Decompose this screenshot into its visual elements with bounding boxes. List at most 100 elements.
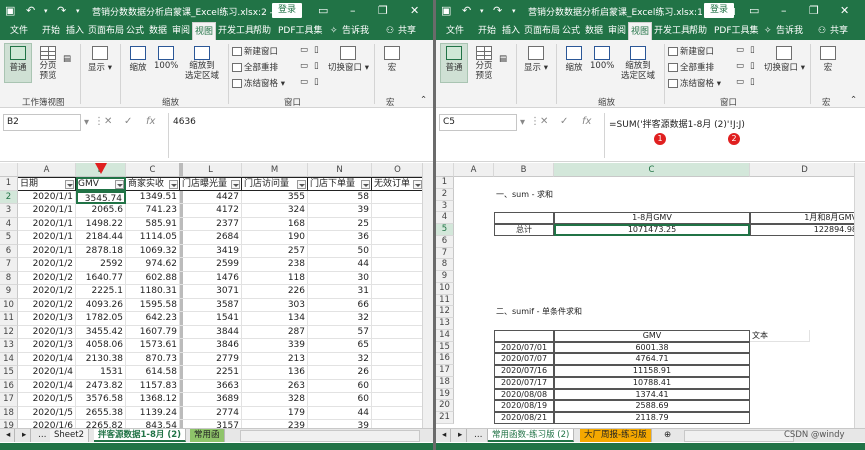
namebox-dropdown-icon[interactable]: ▾ xyxy=(84,117,89,128)
unhide-icon[interactable]: ▭ xyxy=(300,77,308,87)
row-header[interactable]: 7 xyxy=(0,258,18,272)
column-header[interactable]: C xyxy=(126,163,180,177)
filter-dropdown-icon[interactable] xyxy=(361,180,370,189)
arrange-all-button[interactable]: 全部重排 xyxy=(232,61,278,73)
filter-dropdown-icon[interactable] xyxy=(169,180,178,189)
table-header-cell[interactable]: 1-8月GMV xyxy=(554,212,750,224)
table-cell[interactable] xyxy=(372,325,424,339)
tab-help[interactable]: 帮助 xyxy=(251,22,273,40)
name-box[interactable]: C5 xyxy=(439,114,517,131)
table-cell[interactable]: 3689 xyxy=(180,393,242,407)
cancel-icon[interactable]: ✕ xyxy=(540,116,548,127)
table-cell[interactable]: 741.23 xyxy=(126,204,180,218)
tab-insert[interactable]: 插入 xyxy=(64,22,86,40)
tab-data[interactable]: 数据 xyxy=(583,22,605,40)
row-header[interactable]: 15 xyxy=(436,341,454,354)
table-cell[interactable]: 57 xyxy=(308,325,372,339)
column-filter-header[interactable]: 门店曝光量 xyxy=(180,177,242,191)
restore-icon[interactable]: ❐ xyxy=(378,4,388,17)
table-cell[interactable]: 1368.12 xyxy=(126,393,180,407)
table-cell[interactable]: 328 xyxy=(242,393,308,407)
column-filter-header[interactable]: 门店下单量 xyxy=(308,177,372,191)
table-cell[interactable]: 226 xyxy=(242,285,308,299)
tab-developer[interactable]: 开发工具 xyxy=(216,22,256,40)
selected-cell[interactable]: 1071473.25 xyxy=(554,224,750,236)
row-header[interactable]: 12 xyxy=(0,325,18,339)
table-cell[interactable]: 2020/1/3 xyxy=(18,339,76,353)
share-icon[interactable]: ⚇ xyxy=(384,22,396,40)
column-filter-header[interactable]: 无效订单 xyxy=(372,177,424,191)
row-header[interactable]: 9 xyxy=(436,271,454,283)
row-header[interactable]: 3 xyxy=(0,204,18,218)
tab-pdf-tools[interactable]: PDF工具集 xyxy=(712,22,761,40)
table-cell[interactable]: 2020/1/1 xyxy=(18,204,76,218)
tab-pdf-tools[interactable]: PDF工具集 xyxy=(276,22,325,40)
table-cell[interactable] xyxy=(372,298,424,312)
table-cell[interactable]: 190 xyxy=(242,231,308,245)
add-sheet-icon[interactable]: ⊕ xyxy=(660,429,675,442)
switch-window-button[interactable]: 切换窗口 ▾ xyxy=(764,46,805,73)
dropdown-icon[interactable]: ▾ xyxy=(44,7,48,15)
tab-review[interactable]: 审阅 xyxy=(606,22,628,40)
table-cell[interactable] xyxy=(494,329,554,342)
unhide-icon[interactable]: ▭ xyxy=(736,77,744,87)
row-header[interactable]: 7 xyxy=(436,247,454,260)
table-header-cell[interactable]: 1月和8月GMV xyxy=(750,212,860,224)
table-cell[interactable]: 26 xyxy=(308,366,372,380)
table-cell[interactable] xyxy=(372,244,424,258)
table-cell[interactable]: 324 xyxy=(242,204,308,218)
collapse-ribbon-icon[interactable]: ⌃ xyxy=(850,95,857,105)
zoom-button[interactable]: 缩放 xyxy=(562,46,586,73)
row-header[interactable]: 10 xyxy=(0,298,18,312)
tab-file[interactable]: 文件 xyxy=(444,22,466,40)
table-cell[interactable]: 58 xyxy=(308,190,372,204)
enter-icon[interactable]: ✓ xyxy=(560,116,568,127)
tab-formulas[interactable]: 公式 xyxy=(124,22,146,40)
list-value-cell[interactable]: 1374.41 xyxy=(554,388,750,401)
table-cell[interactable]: 2020/1/2 xyxy=(18,285,76,299)
table-cell[interactable]: 39 xyxy=(308,420,372,428)
list-date-cell[interactable]: 2020/07/01 xyxy=(494,341,554,354)
share-button[interactable]: 共享 xyxy=(396,22,418,40)
table-cell[interactable]: 3576.58 xyxy=(76,393,126,407)
table-cell[interactable]: 263 xyxy=(242,379,308,393)
zoom-button[interactable]: 缩放 xyxy=(126,46,150,73)
first-sheet-icon[interactable]: ◂ xyxy=(438,429,452,442)
worksheet-grid[interactable]: A B C D 1 2 3 4 5 6 7 8 9 10 11 12 13 14 15 16 17 18 19 20 21 一、s… xyxy=(436,163,865,428)
list-date-cell[interactable]: 2020/08/19 xyxy=(494,400,554,412)
sheet-tab-functions-practice[interactable]: 常用函数-练习版 (2) xyxy=(488,429,575,442)
table-cell[interactable]: 2684 xyxy=(180,231,242,245)
table-cell[interactable]: 1573.61 xyxy=(126,339,180,353)
namebox-dropdown-icon[interactable]: ▾ xyxy=(520,117,525,128)
table-cell[interactable] xyxy=(372,366,424,380)
login-button[interactable]: 登录 xyxy=(704,3,735,18)
sheet-tab-weekly-report[interactable]: 大厂周报-练习版 xyxy=(580,429,652,442)
table-cell[interactable] xyxy=(372,312,424,326)
table-cell[interactable]: 4172 xyxy=(180,204,242,218)
table-cell[interactable]: 36 xyxy=(308,231,372,245)
table-cell[interactable]: 3663 xyxy=(180,379,242,393)
column-filter-header[interactable]: 商家实收 xyxy=(126,177,180,191)
row-header[interactable]: 13 xyxy=(0,339,18,353)
tell-me[interactable]: 告诉我 xyxy=(774,22,805,40)
table-cell[interactable]: 1157.83 xyxy=(126,379,180,393)
table-cell[interactable]: 2065.6 xyxy=(76,204,126,218)
close-icon[interactable]: ✕ xyxy=(840,4,849,17)
save-icon[interactable]: ▣ xyxy=(441,4,451,17)
list-value-cell[interactable]: 2588.69 xyxy=(554,400,750,412)
tab-home[interactable]: 开始 xyxy=(476,22,498,40)
table-cell[interactable] xyxy=(372,271,424,285)
reset-position-icon[interactable]: ▯ xyxy=(314,77,319,87)
table-cell[interactable]: 3455.42 xyxy=(76,325,126,339)
table-cell[interactable]: 4058.06 xyxy=(76,339,126,353)
list-value-cell[interactable]: 2118.79 xyxy=(554,412,750,424)
table-cell[interactable]: 3545.74 xyxy=(76,190,126,204)
column-header[interactable]: C xyxy=(554,163,750,177)
row-header[interactable]: 1 xyxy=(0,177,18,191)
ribbon-options-icon[interactable]: ▭ xyxy=(749,4,759,17)
table-cell[interactable]: 2020/1/6 xyxy=(18,420,76,428)
zoom-selection-button[interactable]: 缩放到 选定区域 xyxy=(618,46,658,81)
row-header[interactable]: 11 xyxy=(436,294,454,307)
share-icon[interactable]: ⚇ xyxy=(816,22,828,40)
filter-dropdown-icon[interactable] xyxy=(231,180,240,189)
